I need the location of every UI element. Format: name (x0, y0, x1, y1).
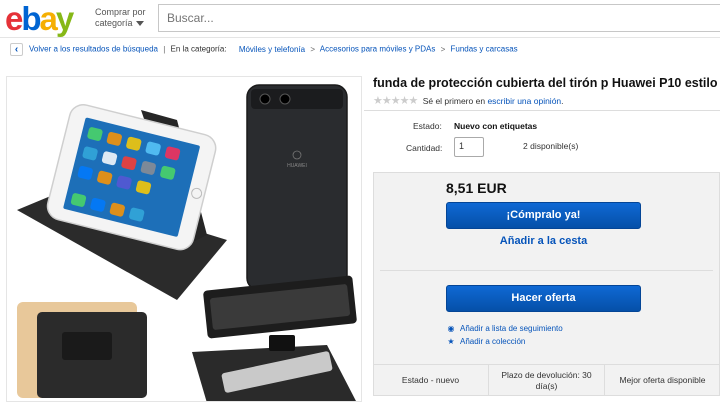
breadcrumb-separator: > (310, 44, 315, 54)
rating-suffix: . (561, 96, 564, 106)
divider (380, 270, 713, 271)
condition-label: Estado: (413, 121, 442, 131)
price: 8,51 EUR (446, 180, 507, 196)
collection-label: Añadir a colección (460, 337, 526, 346)
stand-clasp (269, 335, 295, 351)
rating-row: ★★★★★ Sé el primero en escribir una opin… (373, 94, 564, 107)
divider (364, 110, 720, 111)
add-to-collection-link[interactable]: ★ Añadir a colección (446, 337, 525, 346)
watchlist-label: Añadir a lista de seguimiento (460, 324, 563, 333)
feature-returns: Plazo de devolución: 30 día(s) (489, 365, 605, 396)
breadcrumb-divider: | (163, 44, 166, 54)
star-icon: ★ (447, 337, 455, 346)
back-to-results-link[interactable]: Volver a los resultados de búsqueda (29, 45, 158, 54)
logo-letter-a: a (39, 0, 58, 37)
camera-lens-icon (279, 93, 291, 105)
logo-letter-b: b (21, 0, 41, 37)
ebay-logo[interactable]: ebay (5, 0, 74, 37)
phone-brand-text: HUAWEI (287, 163, 307, 169)
product-title: funda de protección cubierta del tirón p… (373, 76, 718, 90)
breadcrumb-separator: > (440, 44, 446, 54)
product-image: HUAWEI (17, 77, 361, 401)
product-image-gallery[interactable]: HUAWEI (6, 76, 362, 402)
availability-text: 2 disponible(s) (523, 141, 579, 151)
write-review-link[interactable]: escribir una opinión (487, 96, 561, 106)
condition-value: Nuevo con etiquetas (454, 121, 538, 131)
breadcrumb: ‹ Volver a los resultados de búsqueda | E… (10, 43, 518, 57)
eye-icon: ◉ (447, 324, 455, 333)
shop-by-category-button[interactable]: Comprar por categoría (95, 7, 153, 29)
back-arrow-icon[interactable]: ‹ (10, 43, 23, 56)
buy-now-button[interactable]: ¡Cómpralo ya! (446, 202, 641, 229)
quantity-label: Cantidad: (406, 143, 443, 153)
add-to-cart-link[interactable]: Añadir a la cesta (446, 235, 641, 247)
rating-text: Sé el primero en (422, 96, 486, 106)
search-input[interactable] (158, 4, 720, 32)
site-header: ebay Comprar por categoría (0, 0, 720, 38)
quantity-input[interactable]: 1 (454, 137, 484, 157)
huawei-phone-back (246, 84, 348, 291)
breadcrumb-item-accessories[interactable]: Accesorios para móviles y PDAs (320, 45, 436, 54)
make-offer-button[interactable]: Hacer oferta (446, 285, 641, 312)
star-rating-icon: ★★★★★ (373, 95, 418, 107)
feature-condition: Estado - nuevo (373, 365, 489, 396)
features-bar: Estado - nuevo Plazo de devolución: 30 d… (373, 364, 720, 396)
breadcrumb-item-phones[interactable]: Móviles y telefonía (239, 45, 305, 54)
chevron-down-icon (135, 21, 144, 27)
category-label-line1: Comprar por (95, 7, 146, 17)
camera-lens-icon (259, 93, 271, 105)
feature-best-offer: Mejor oferta disponible (619, 375, 706, 385)
breadcrumb-item-cases[interactable]: Fundas y carcasas (451, 45, 518, 54)
logo-letter-e: e (5, 0, 23, 37)
breadcrumb-category-prefix: En la categoría: (170, 44, 227, 54)
add-to-watchlist-link[interactable]: ◉ Añadir a lista de seguimiento (446, 324, 563, 333)
logo-letter-y: y (55, 0, 74, 37)
case-clasp (62, 332, 112, 360)
category-label-line2: categoría (95, 18, 133, 28)
